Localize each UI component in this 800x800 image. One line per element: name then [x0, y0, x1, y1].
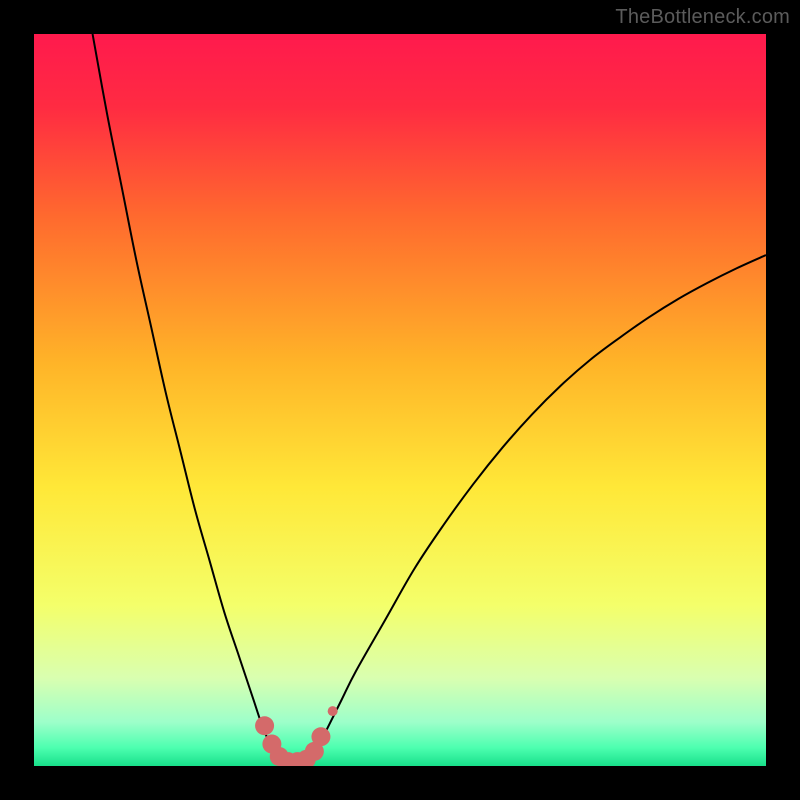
plot-area — [34, 34, 766, 766]
highlight-marker — [311, 727, 330, 746]
plot-svg — [34, 34, 766, 766]
highlight-marker — [328, 706, 338, 716]
chart-stage: TheBottleneck.com — [0, 0, 800, 800]
watermark-label: TheBottleneck.com — [615, 6, 790, 29]
highlight-marker — [255, 716, 274, 735]
gradient-background — [34, 34, 766, 766]
